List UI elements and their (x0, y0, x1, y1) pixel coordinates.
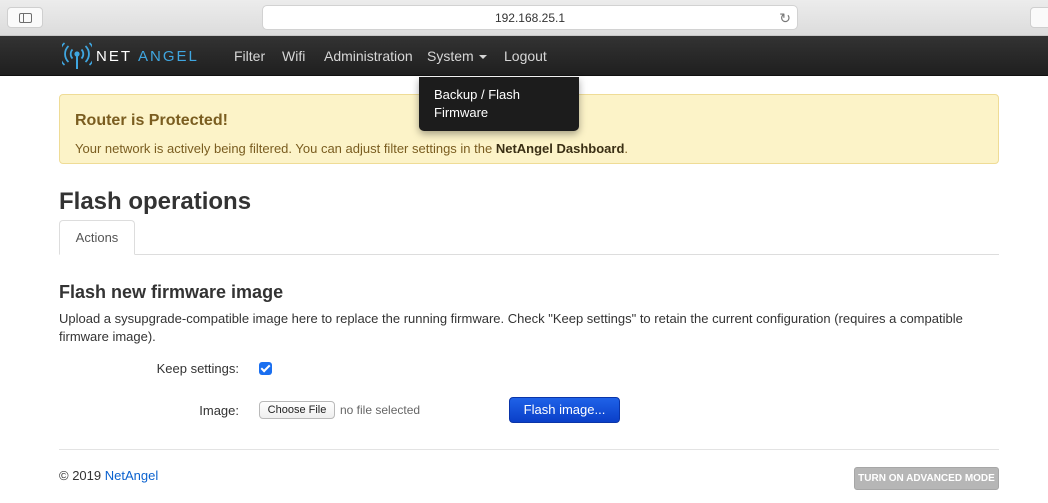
browser-toolbar: 192.168.25.1 ↻ (0, 0, 1048, 36)
tab-actions[interactable]: Actions (59, 220, 135, 255)
alert-message-text: Your network is actively being filtered.… (75, 141, 493, 156)
page-title: Flash operations (59, 188, 252, 215)
nav-system[interactable]: System (427, 36, 487, 76)
footer-netangel-link[interactable]: NetAngel (105, 468, 158, 483)
flash-image-button[interactable]: Flash image... (509, 397, 620, 423)
brand-name-angel: ANGEL (138, 47, 199, 65)
nav-administration[interactable]: Administration (324, 36, 413, 76)
tab-divider (59, 254, 999, 255)
reload-icon[interactable]: ↻ (779, 6, 791, 30)
section-title: Flash new firmware image (59, 282, 284, 302)
alert-title: Router is Protected! (75, 112, 228, 129)
section-description: Upload a sysupgrade-compatible image her… (59, 311, 963, 344)
copyright-text: © 2019 (59, 468, 102, 483)
nav-logout[interactable]: Logout (504, 36, 547, 76)
url-text: 192.168.25.1 (494, 11, 566, 25)
keep-settings-checkbox[interactable] (259, 362, 272, 375)
system-dropdown-menu: Backup / Flash Firmware (419, 77, 579, 131)
alert-message-end: . (624, 141, 629, 156)
no-file-text: no file selected (340, 403, 421, 417)
nav-filter[interactable]: Filter (234, 36, 265, 76)
nav-system-label: System (427, 48, 474, 64)
top-navbar: NET ANGEL Filter Wifi Administration Sys… (0, 36, 1048, 76)
sidebar-toggle-button[interactable] (7, 7, 43, 28)
menu-item-backup-flash-firmware[interactable]: Backup / Flash Firmware (434, 86, 564, 122)
nav-wifi[interactable]: Wifi (282, 36, 305, 76)
footer-divider (59, 449, 999, 450)
sidebar-icon (19, 13, 32, 23)
footer-copyright: © 2019 NetAngel (59, 468, 158, 483)
image-label: Image: (199, 403, 239, 418)
browser-toolbar-button[interactable] (1030, 7, 1048, 28)
alert-message: Your network is actively being filtered.… (75, 141, 628, 156)
keep-settings-label: Keep settings: (156, 361, 239, 376)
choose-file-button[interactable]: Choose File (259, 401, 335, 419)
wifi-signal-icon (62, 42, 92, 69)
dashboard-link[interactable]: NetAngel Dashboard (496, 141, 625, 156)
brand-logo[interactable]: NET ANGEL (62, 41, 199, 71)
chevron-down-icon (478, 55, 487, 60)
brand-name-net: NET (96, 47, 132, 65)
advanced-mode-button[interactable]: TURN ON ADVANCED MODE (854, 467, 999, 490)
address-bar[interactable]: 192.168.25.1 ↻ (262, 5, 798, 30)
